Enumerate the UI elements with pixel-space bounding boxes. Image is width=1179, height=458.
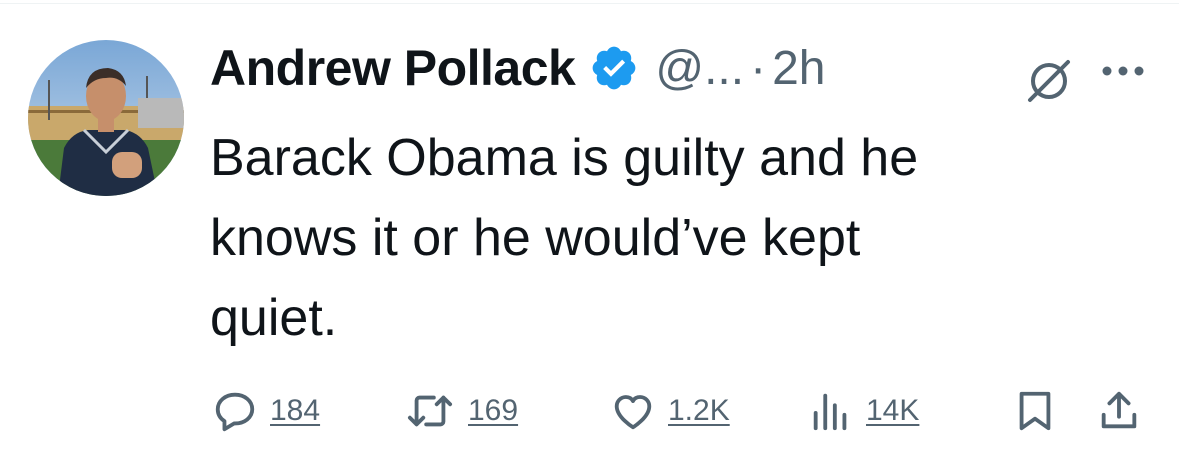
reply-button[interactable]: 184 (212, 386, 320, 436)
retweet-button[interactable]: 169 (404, 386, 518, 436)
author-handle[interactable]: @... (655, 41, 744, 96)
reply-bubble-icon (215, 392, 255, 432)
views-button[interactable]: 14K (808, 386, 919, 436)
tweet-text: Barack Obama is guilty and he knows it o… (210, 129, 919, 347)
tweet-header: Andrew Pollack @... · 2h (210, 30, 825, 106)
reply-count: 184 (270, 394, 321, 427)
share-button[interactable] (1096, 386, 1142, 436)
heart-icon (614, 395, 652, 430)
bookmark-button[interactable] (1012, 386, 1058, 436)
separator-dot: · (750, 41, 767, 95)
avatar-photo (28, 40, 184, 196)
verified-badge-icon (589, 43, 639, 93)
like-button[interactable]: 1.2K (610, 386, 730, 436)
views-bars-icon (813, 393, 847, 431)
author-name[interactable]: Andrew Pollack (210, 39, 576, 97)
action-bar: 184 169 1.2K 14K (0, 380, 1179, 440)
timestamp[interactable]: 2h (772, 41, 825, 96)
grok-slash-circle-icon[interactable] (1022, 52, 1076, 106)
views-count: 14K (866, 394, 920, 427)
share-upload-icon (1101, 391, 1137, 429)
bookmark-icon (1019, 391, 1051, 431)
retweet-arrows-icon (407, 395, 453, 427)
like-count: 1.2K (668, 394, 730, 427)
retweet-count: 169 (468, 394, 519, 427)
more-dots-icon[interactable] (1100, 64, 1146, 78)
avatar[interactable] (28, 40, 184, 196)
top-divider (0, 3, 1179, 4)
